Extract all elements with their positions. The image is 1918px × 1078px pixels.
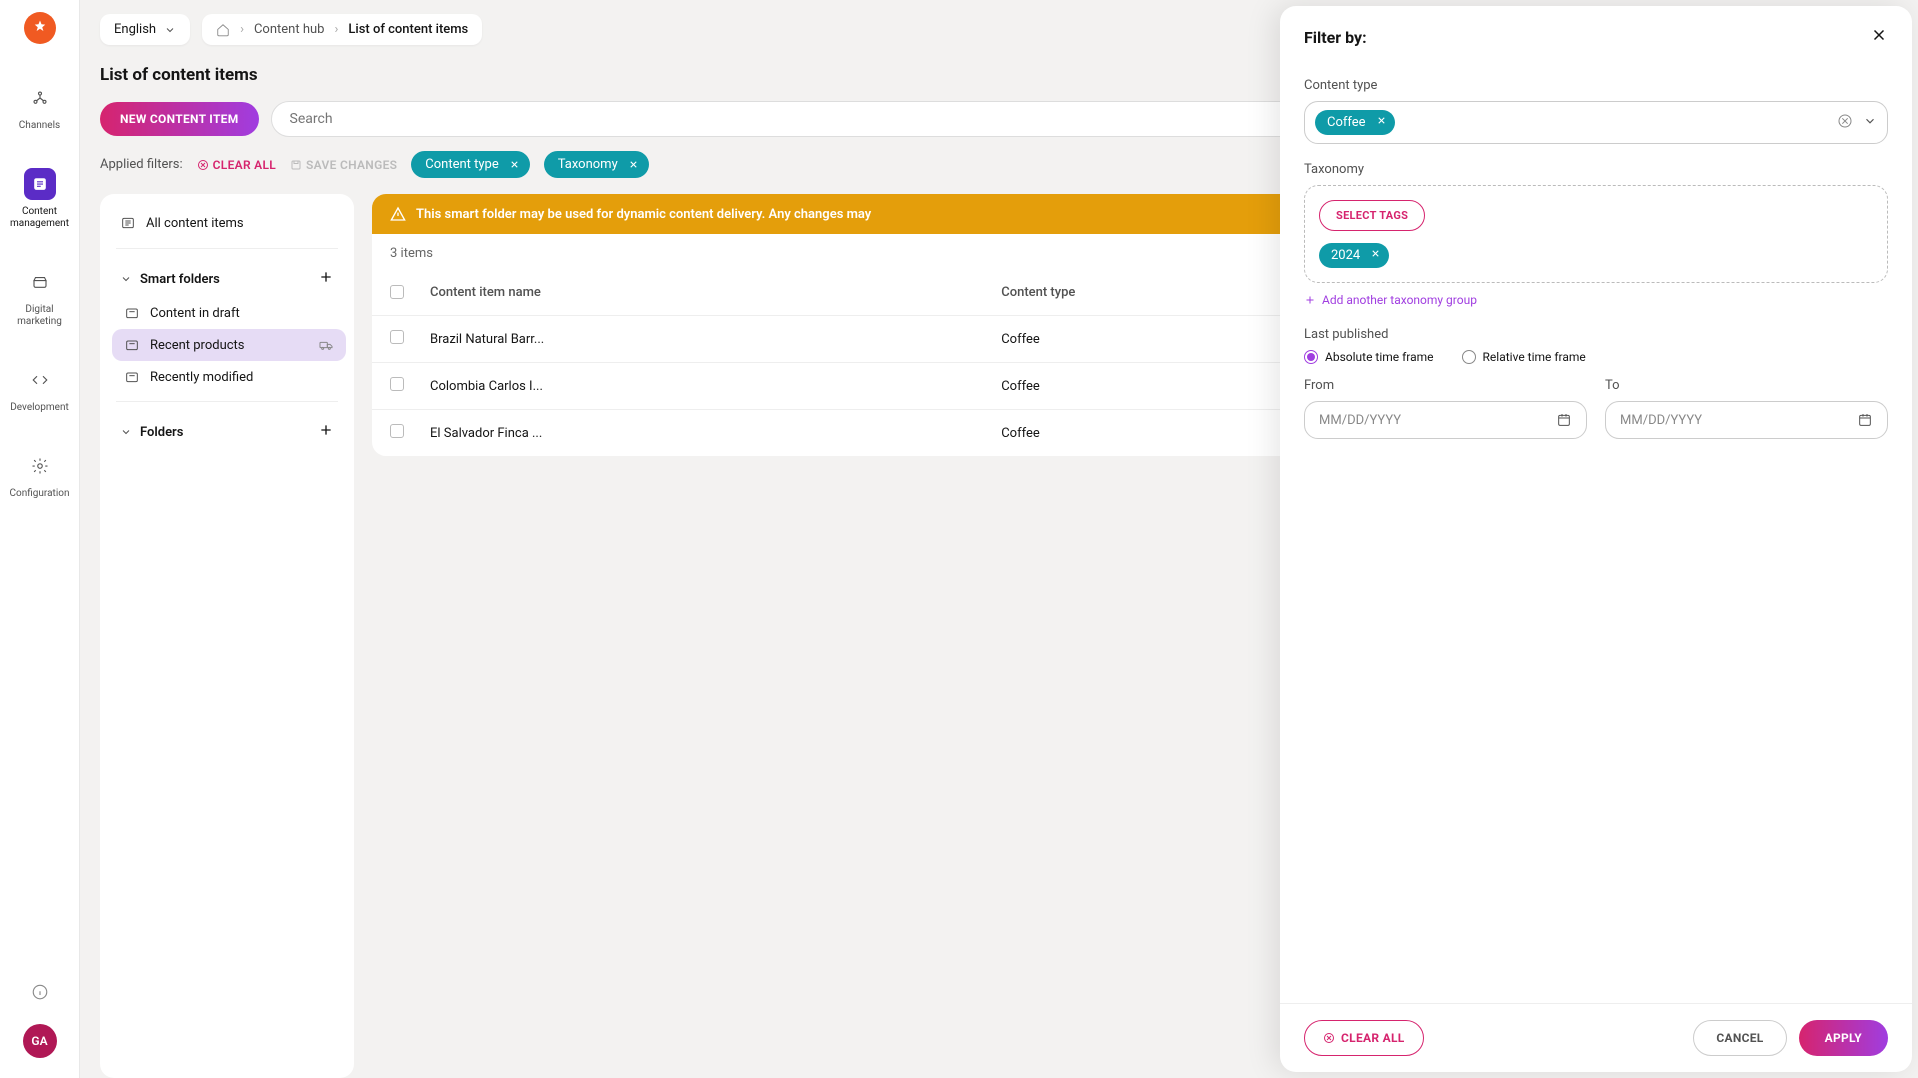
chevron-down-icon — [120, 273, 132, 285]
radio-relative[interactable]: Relative time frame — [1462, 350, 1586, 364]
add-smart-folder[interactable] — [318, 269, 334, 289]
clear-icon — [1323, 1032, 1335, 1044]
close-icon — [1870, 26, 1888, 44]
save-icon — [290, 159, 302, 171]
taxonomy-label: Taxonomy — [1304, 162, 1888, 177]
folder-content-in-draft[interactable]: Content in draft — [112, 297, 346, 329]
chevron-down-icon — [120, 426, 132, 438]
clear-select[interactable] — [1837, 113, 1853, 133]
to-date-input[interactable]: MM/DD/YYYY — [1605, 401, 1888, 439]
info-icon — [31, 983, 49, 1001]
nav-content-management[interactable]: Content management — [4, 158, 76, 240]
from-date-input[interactable]: MM/DD/YYYY — [1304, 401, 1587, 439]
app-logo[interactable] — [24, 12, 56, 44]
clear-circle-icon — [1837, 113, 1853, 129]
language-selector[interactable]: English — [100, 14, 190, 45]
select-all-checkbox[interactable] — [390, 285, 404, 299]
clear-all-filters[interactable]: CLEAR ALL — [197, 158, 276, 172]
filter-chip-content-type[interactable]: Content type — [411, 151, 529, 178]
col-name[interactable]: Content item name — [430, 285, 1001, 303]
close-panel-button[interactable] — [1870, 26, 1888, 48]
chevron-down-icon — [164, 24, 176, 36]
radio-absolute[interactable]: Absolute time frame — [1304, 350, 1434, 364]
row-checkbox[interactable] — [390, 424, 404, 438]
radio-icon — [1462, 350, 1476, 364]
folder-icon — [124, 337, 140, 353]
list-icon — [120, 215, 136, 231]
plus-icon — [318, 422, 334, 438]
last-published-label: Last published — [1304, 327, 1888, 342]
nav-sidebar: Channels Content management Digital mark… — [0, 0, 80, 1078]
applied-filters-label: Applied filters: — [100, 157, 183, 172]
calendar-icon — [1857, 412, 1873, 428]
gear-icon — [31, 457, 49, 475]
close-icon[interactable] — [509, 159, 520, 170]
nav-config-label: Configuration — [10, 488, 70, 500]
smart-folders-toggle[interactable]: Smart folders — [120, 272, 220, 287]
warning-icon — [390, 206, 406, 222]
chevron-down-icon — [1863, 114, 1877, 128]
row-checkbox[interactable] — [390, 377, 404, 391]
apply-button[interactable]: APPLY — [1799, 1020, 1888, 1056]
folder-icon — [124, 369, 140, 385]
new-content-item-button[interactable]: NEW CONTENT ITEM — [100, 102, 259, 136]
nav-channels[interactable]: Channels — [4, 72, 76, 142]
all-content-items[interactable]: All content items — [108, 206, 346, 240]
filter-panel-title: Filter by: — [1304, 28, 1367, 47]
logo-icon — [31, 19, 49, 37]
remove-chip[interactable] — [1376, 115, 1387, 130]
nav-dev-label: Development — [10, 402, 69, 414]
plus-icon — [1304, 294, 1316, 306]
language-label: English — [114, 22, 156, 37]
folder-recent-products[interactable]: Recent products — [112, 329, 346, 361]
taxonomy-group: SELECT TAGS 2024 — [1304, 185, 1888, 283]
channels-icon — [31, 89, 49, 107]
taxonomy-chip: 2024 — [1319, 243, 1389, 268]
content-type-label: Content type — [1304, 78, 1888, 93]
nav-content-label: Content management — [8, 206, 72, 230]
expand-select[interactable] — [1863, 113, 1877, 132]
content-type-select[interactable]: Coffee — [1304, 101, 1888, 144]
nav-development[interactable]: Development — [4, 354, 76, 424]
breadcrumb-current: List of content items — [348, 22, 468, 37]
clear-icon — [197, 159, 209, 171]
nav-channels-label: Channels — [19, 120, 60, 132]
user-avatar[interactable]: GA — [23, 1024, 57, 1058]
save-changes: SAVE CHANGES — [290, 158, 397, 172]
from-label: From — [1304, 378, 1587, 393]
folders-toggle[interactable]: Folders — [120, 425, 183, 440]
marketing-icon — [31, 273, 49, 291]
delivery-icon — [318, 337, 334, 353]
breadcrumb-hub[interactable]: Content hub — [254, 22, 324, 37]
cancel-button[interactable]: CANCEL — [1693, 1020, 1786, 1056]
add-folder[interactable] — [318, 422, 334, 442]
add-taxonomy-group[interactable]: Add another taxonomy group — [1304, 293, 1888, 307]
folders-panel: All content items Smart folders Content … — [100, 194, 354, 1078]
panel-clear-all-button[interactable]: CLEAR ALL — [1304, 1020, 1424, 1056]
filter-chip-taxonomy[interactable]: Taxonomy — [544, 151, 649, 178]
folder-icon — [124, 305, 140, 321]
remove-chip[interactable] — [1370, 248, 1381, 263]
calendar-icon — [1556, 412, 1572, 428]
nav-marketing-label: Digital marketing — [8, 304, 72, 328]
folder-recently-modified[interactable]: Recently modified — [112, 361, 346, 393]
breadcrumb: › Content hub › List of content items — [202, 14, 482, 45]
nav-configuration[interactable]: Configuration — [4, 440, 76, 510]
radio-icon — [1304, 350, 1318, 364]
content-type-chip: Coffee — [1315, 110, 1395, 135]
close-icon — [1376, 115, 1387, 126]
close-icon[interactable] — [628, 159, 639, 170]
nav-digital-marketing[interactable]: Digital marketing — [4, 256, 76, 338]
to-label: To — [1605, 378, 1888, 393]
select-tags-button[interactable]: SELECT TAGS — [1319, 200, 1425, 231]
info-button[interactable] — [24, 976, 56, 1008]
code-icon — [31, 371, 49, 389]
home-icon[interactable] — [216, 23, 230, 37]
row-checkbox[interactable] — [390, 330, 404, 344]
filter-panel: Filter by: Content type Coffee Taxo — [1280, 6, 1912, 1072]
plus-icon — [318, 269, 334, 285]
close-icon — [1370, 248, 1381, 259]
content-icon — [31, 175, 49, 193]
